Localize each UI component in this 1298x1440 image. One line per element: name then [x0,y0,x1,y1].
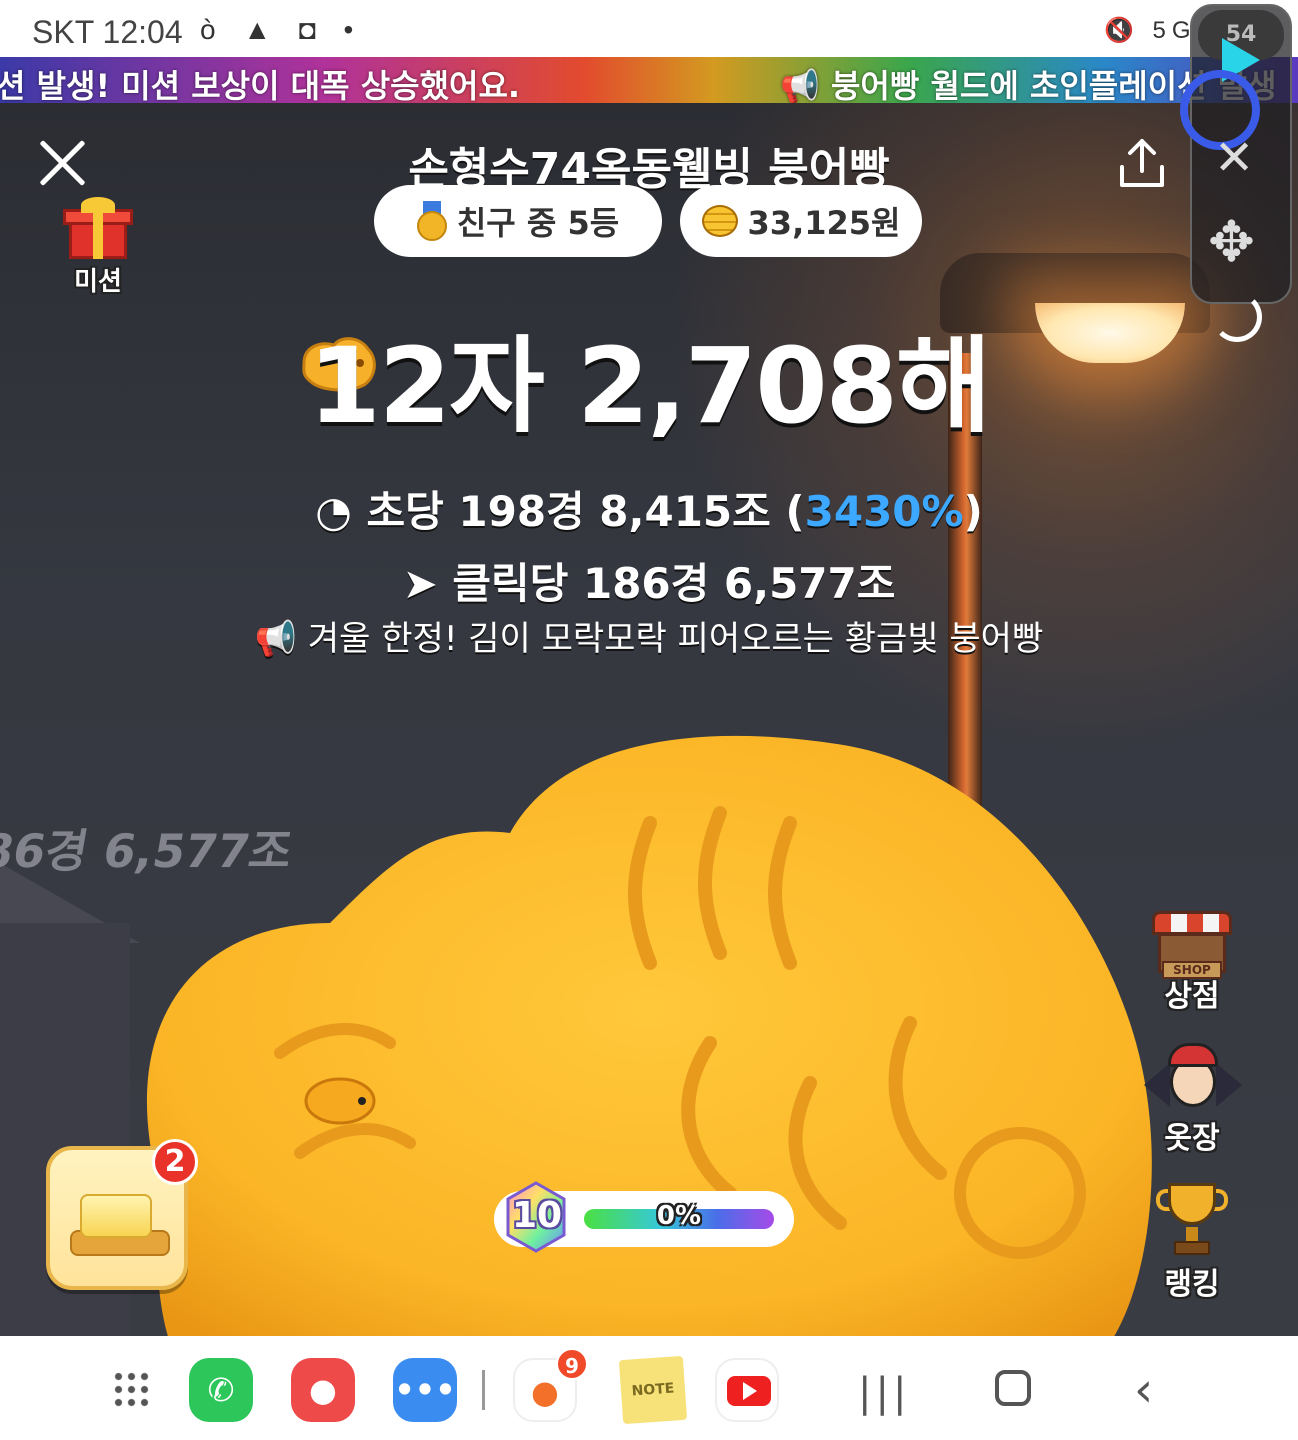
back-button[interactable]: ‹ [1134,1362,1153,1418]
page-title: 손형수74옥동웰빙 붕어빵 [408,144,890,195]
ticker-text-left: 션 발생! 미션 보상이 대폭 상승했어요. [0,67,521,103]
share-icon[interactable] [1118,137,1166,189]
butter-count-badge: 2 [152,1139,198,1185]
shop-sign: SHOP [1162,961,1222,979]
notice-text: 📢 겨울 한정! 김이 모락모락 피어오르는 황금빛 붕어빵 [0,611,1298,660]
friend-rank-pill[interactable]: 친구 중 5등 [374,185,662,257]
shop-button[interactable]: SHOP 상점 [1140,911,1244,1015]
gift-icon [63,197,133,259]
wardrobe-label: 옷장 [1164,1121,1220,1156]
phone-app-icon[interactable]: ✆ [189,1358,253,1422]
contacts-app-icon[interactable]: ● [291,1358,355,1422]
ranking-button[interactable]: 랭킹 [1140,1183,1244,1303]
floating-gain-text: 86경 6,577조 [0,824,297,878]
coin-icon [701,205,738,237]
mission-label: 미션 [74,267,122,297]
per-click-value: 클릭당 186경 6,577조 [452,559,896,608]
youtube-app-icon[interactable] [715,1358,779,1422]
status-bar: SKT 12:04 ò ▲ ◘ • 🔇 5G .ıl [0,0,1298,62]
character-avatar-icon [1144,1041,1242,1113]
medal-icon [416,201,447,241]
clock-icon: ◔ [315,487,367,536]
notice-label: 겨울 한정! 김이 모락모락 피어오르는 황금빛 붕어빵 [307,619,1044,659]
ranking-label: 랭킹 [1164,1267,1220,1302]
per-second-bonus: 3430% [804,487,964,536]
mission-button[interactable]: 미션 [58,197,138,299]
money-label: 33,125원 [747,204,901,242]
per-click-stat: ➤ 클릭당 186경 6,577조 [0,550,1298,611]
status-notification-icons: ò ▲ ◘ • [200,14,364,45]
per-second-stat: ◔ 초당 198경 8,415조 (3430%) [0,478,1298,539]
level-progress-label: 0% [656,1201,702,1231]
status-carrier-time: SKT 12:04 [32,14,183,50]
move-icon[interactable]: ✥ [1208,210,1255,275]
app-drawer-icon[interactable] [112,1370,152,1410]
trophy-icon [1156,1183,1228,1259]
small-fish-icon [304,1077,376,1125]
main-score: 12자 2,708해 [308,325,991,447]
per-second-suffix: ) [963,487,983,536]
messages-app-icon[interactable]: ••• [393,1358,457,1422]
recent-apps-button[interactable]: ||| [858,1370,910,1416]
game-area: 86경 6,577조 미션 손형수74옥동웰빙 붕어빵 친구 중 5등 33,1… [0,103,1298,1336]
taskbar-separator [482,1370,485,1410]
level-number: 10 [511,1195,563,1236]
home-button[interactable] [995,1370,1031,1406]
wardrobe-button[interactable]: 옷장 [1140,1041,1244,1157]
note-app-icon[interactable]: NOTE [618,1355,688,1425]
overlay-close-icon[interactable]: ✕ [1214,130,1254,186]
cursor-icon: ➤ [402,559,453,608]
megaphone-icon: 📢 [254,619,308,659]
butter-icon [80,1194,152,1238]
money-pill[interactable]: 33,125원 [680,185,922,257]
per-second-prefix: 초당 198경 8,415조 ( [366,487,805,536]
carrot-app-badge: 9 [556,1348,588,1380]
news-ticker: 션 발생! 미션 보상이 대폭 상승했어요. 📢 붕어빵 월드에 초인플레이션 … [0,57,1298,103]
shop-icon: SHOP [1152,911,1232,979]
loading-arc-icon [1212,292,1262,342]
friend-rank-label: 친구 중 5등 [456,204,620,242]
